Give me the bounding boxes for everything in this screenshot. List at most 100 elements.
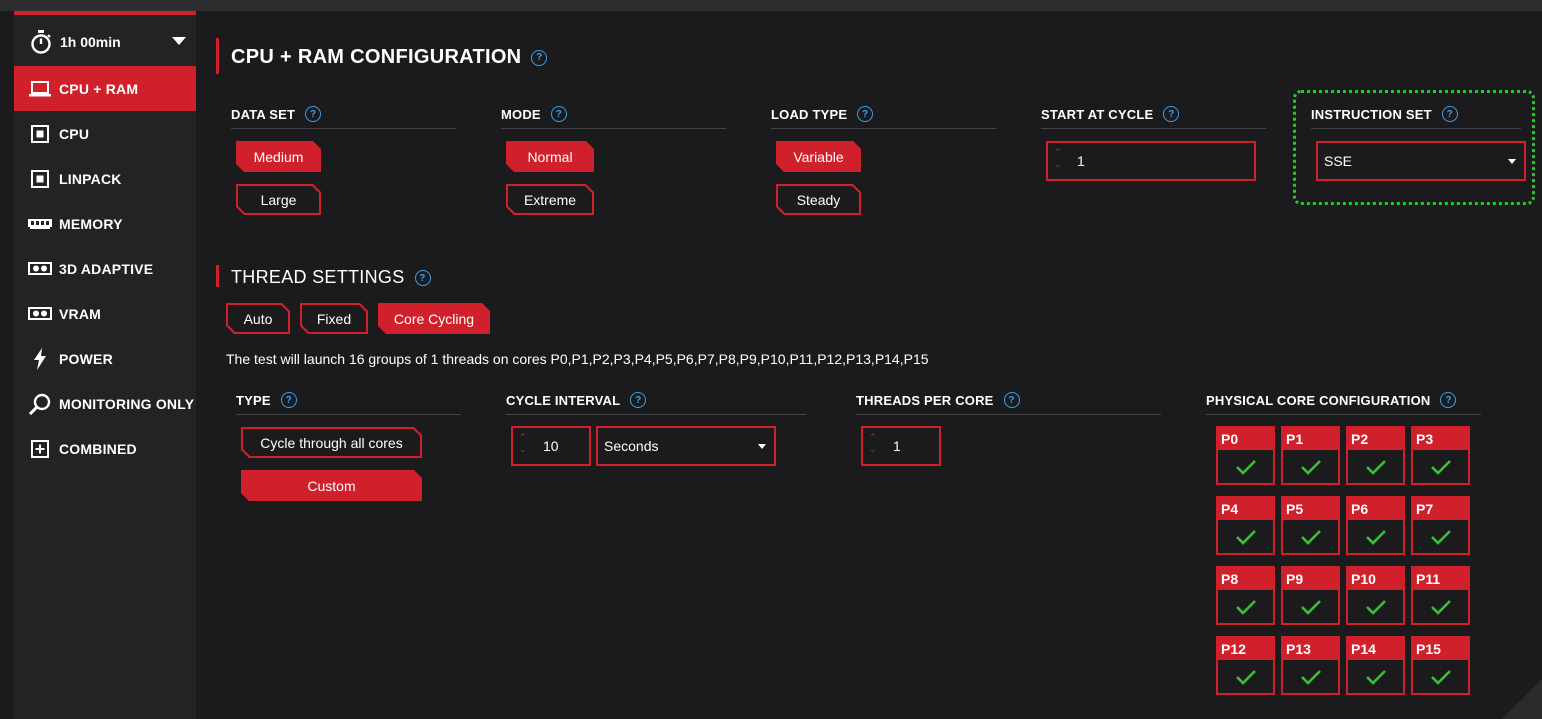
core-toggle[interactable]: P4 [1216, 496, 1275, 555]
core-label: P10 [1348, 568, 1403, 590]
type-label: TYPE [236, 392, 271, 408]
load-type-label: LOAD TYPE [771, 106, 848, 122]
instruction-set-select[interactable]: SSE [1316, 141, 1526, 181]
sidebar-item-cpu-ram[interactable]: CPU + RAM [14, 66, 196, 111]
sidebar-item-vram[interactable]: VRAM [14, 291, 196, 336]
gpu-card-icon [28, 306, 52, 321]
data-set-medium-button[interactable]: Medium [236, 141, 321, 172]
mode-extreme-button[interactable]: Extreme [506, 184, 594, 215]
thread-settings-title: THREAD SETTINGS [231, 267, 405, 287]
core-toggle[interactable]: P15 [1411, 636, 1470, 695]
help-icon[interactable]: ? [1441, 106, 1458, 122]
load-type-header: LOAD TYPE? [771, 106, 996, 129]
core-toggle[interactable]: P14 [1346, 636, 1405, 695]
spinner-arrows-icon[interactable]: ⌃ ⌄ [519, 431, 527, 455]
core-toggle[interactable]: P3 [1411, 426, 1470, 485]
core-toggle[interactable]: P7 [1411, 496, 1470, 555]
help-icon[interactable]: ? [414, 270, 431, 287]
sidebar-item-cpu[interactable]: CPU [14, 111, 196, 156]
core-label: P7 [1413, 498, 1468, 520]
start-at-cycle-label: START AT CYCLE [1041, 106, 1154, 122]
cycle-interval-header: CYCLE INTERVAL? [506, 392, 806, 415]
core-toggle[interactable]: P9 [1281, 566, 1340, 625]
checkmark-icon [1348, 590, 1403, 623]
core-label: P3 [1413, 428, 1468, 450]
duration-selector[interactable]: 1h 00min [14, 25, 196, 59]
sidebar-item-linpack[interactable]: LINPACK [14, 156, 196, 201]
sidebar-item-monitoring-only[interactable]: MONITORING ONLY [14, 381, 196, 426]
data-set-large-button[interactable]: Large [236, 184, 321, 215]
laptop-icon [28, 80, 52, 97]
help-icon[interactable]: ? [857, 106, 874, 122]
physical-core-label: PHYSICAL CORE CONFIGURATION [1206, 392, 1431, 408]
chevron-down-icon [172, 37, 186, 45]
cycle-interval-unit: Seconds [604, 438, 659, 454]
help-icon[interactable]: ? [531, 49, 548, 66]
type-cycle-all-button[interactable]: Cycle through all cores [241, 427, 422, 458]
core-toggle[interactable]: P5 [1281, 496, 1340, 555]
help-icon[interactable]: ? [1003, 392, 1020, 408]
help-icon[interactable]: ? [1163, 106, 1180, 122]
core-toggle[interactable]: P12 [1216, 636, 1275, 695]
cycle-interval-unit-select[interactable]: Seconds [596, 426, 776, 466]
checkmark-icon [1283, 520, 1338, 553]
instruction-set-value: SSE [1324, 153, 1353, 169]
chevron-down-icon [758, 444, 766, 449]
checkmark-icon [1218, 590, 1273, 623]
core-toggle[interactable]: P0 [1216, 426, 1275, 485]
sidebar-item-label: MONITORING ONLY [59, 395, 195, 412]
spinner-arrows-icon[interactable]: ⌃ ⌄ [869, 431, 877, 455]
thread-mode-auto-button[interactable]: Auto [226, 303, 290, 334]
core-label: P12 [1218, 638, 1273, 660]
help-icon[interactable]: ? [280, 392, 297, 408]
sidebar-item-power[interactable]: POWER [14, 336, 196, 381]
option-label: Extreme [508, 186, 592, 213]
help-icon[interactable]: ? [305, 106, 322, 122]
core-label: P14 [1348, 638, 1403, 660]
checkmark-icon [1413, 520, 1468, 553]
checkmark-icon [1348, 660, 1403, 693]
core-label: P4 [1218, 498, 1273, 520]
core-toggle[interactable]: P6 [1346, 496, 1405, 555]
core-toggle[interactable]: P8 [1216, 566, 1275, 625]
cpu-chip-icon [28, 169, 52, 188]
sidebar-accent-line [14, 11, 196, 15]
checkmark-icon [1283, 660, 1338, 693]
help-icon[interactable]: ? [630, 392, 647, 408]
instruction-set-label: INSTRUCTION SET [1311, 106, 1432, 122]
core-label: P9 [1283, 568, 1338, 590]
cycle-interval-value: 10 [543, 438, 559, 454]
load-type-variable-button[interactable]: Variable [776, 141, 861, 172]
start-at-cycle-input[interactable]: ⌃ ⌄ 1 [1046, 141, 1256, 181]
help-icon[interactable]: ? [1440, 392, 1457, 408]
cpu-chip-icon [28, 124, 52, 143]
cycle-interval-input[interactable]: ⌃ ⌄ 10 [511, 426, 591, 466]
sidebar-item-label: MEMORY [59, 215, 123, 232]
core-label: P13 [1283, 638, 1338, 660]
core-toggle[interactable]: P11 [1411, 566, 1470, 625]
core-label: P15 [1413, 638, 1468, 660]
sidebar-item-memory[interactable]: MEMORY [14, 201, 196, 246]
sidebar-item-combined[interactable]: COMBINED [14, 426, 196, 471]
mode-normal-button[interactable]: Normal [506, 141, 594, 172]
checkmark-icon [1413, 450, 1468, 483]
core-toggle[interactable]: P1 [1281, 426, 1340, 485]
help-icon[interactable]: ? [550, 106, 567, 122]
plus-box-icon [28, 439, 52, 458]
option-label: Cycle through all cores [243, 429, 420, 456]
duration-label: 1h 00min [60, 34, 121, 50]
core-toggle[interactable]: P2 [1346, 426, 1405, 485]
thread-mode-fixed-button[interactable]: Fixed [300, 303, 368, 334]
option-label: Variable [793, 148, 844, 165]
sidebar-item-3d-adaptive[interactable]: 3D ADAPTIVE [14, 246, 196, 291]
core-toggle[interactable]: P13 [1281, 636, 1340, 695]
thread-mode-core-cycling-button[interactable]: Core Cycling [378, 303, 490, 334]
core-toggle[interactable]: P10 [1346, 566, 1405, 625]
checkmark-icon [1283, 450, 1338, 483]
threads-per-core-header: THREADS PER CORE? [856, 392, 1161, 415]
threads-per-core-input[interactable]: ⌃ ⌄ 1 [861, 426, 941, 466]
spinner-arrows-icon[interactable]: ⌃ ⌄ [1054, 146, 1062, 170]
type-custom-button[interactable]: Custom [241, 470, 422, 501]
threads-per-core-value: 1 [893, 438, 901, 454]
load-type-steady-button[interactable]: Steady [776, 184, 861, 215]
